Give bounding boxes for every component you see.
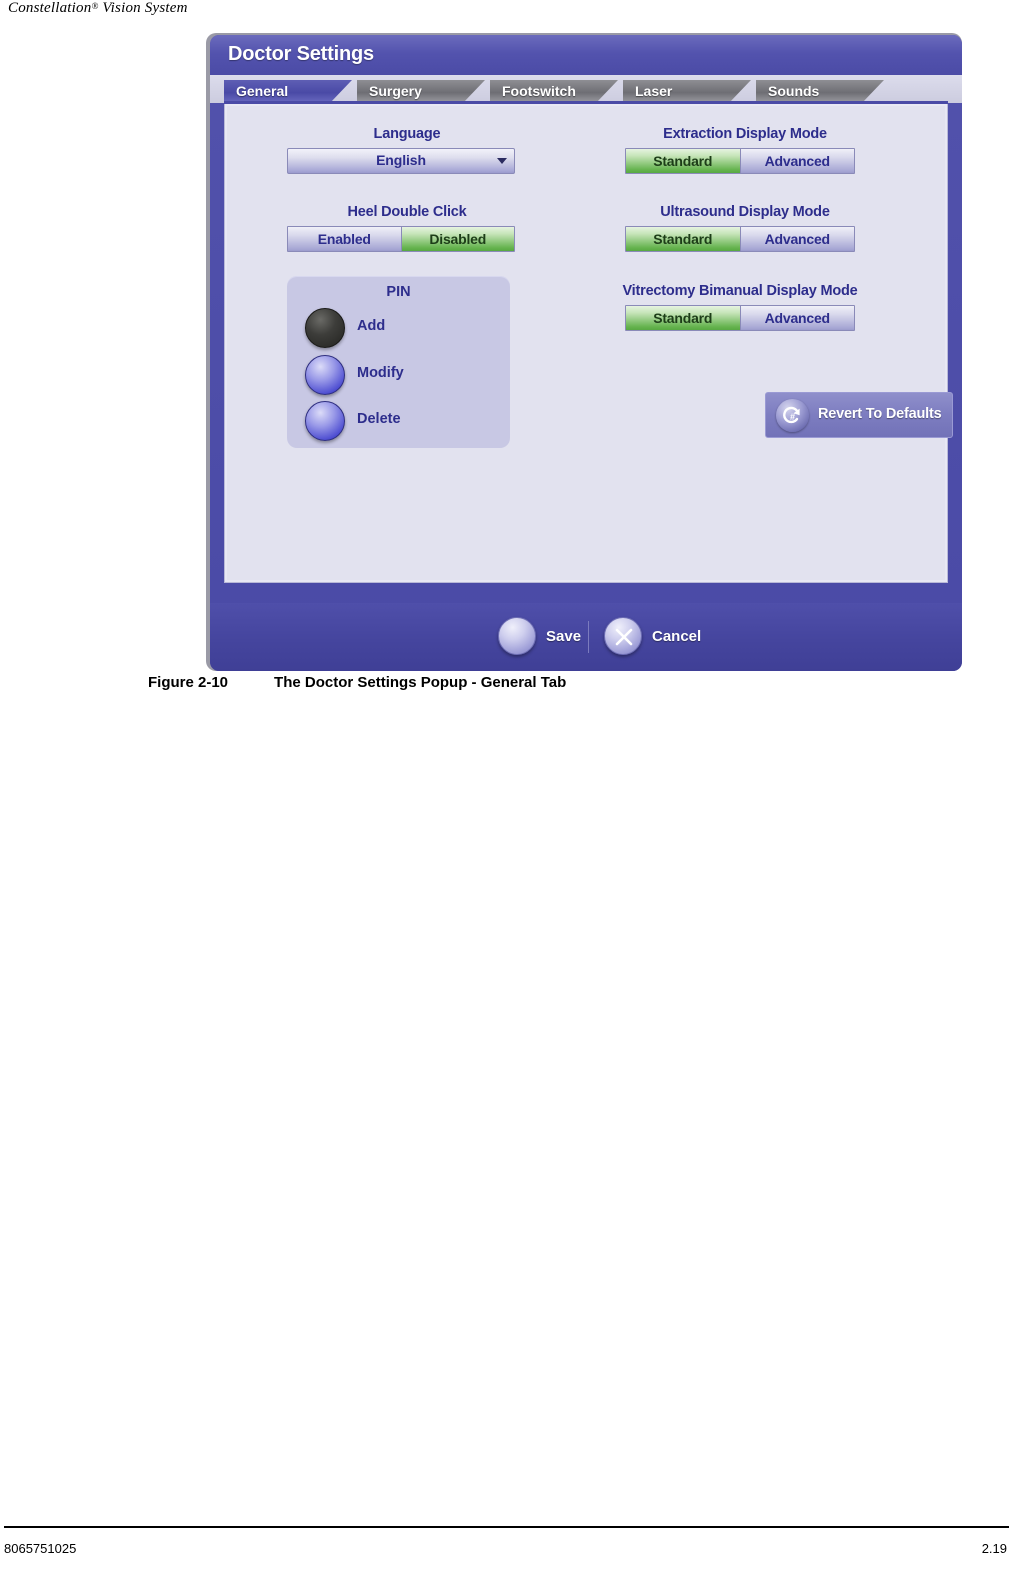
ultrasound-display-mode-label: Ultrasound Display Mode [660, 204, 830, 220]
general-tab-panel: Language English Heel Double Click Enabl… [224, 104, 953, 583]
figure-title: The Doctor Settings Popup - General Tab [274, 674, 567, 691]
revert-to-defaults-label: Revert To Defaults [818, 406, 942, 422]
tab-sounds[interactable]: Sounds [756, 80, 884, 103]
save-circle-icon [498, 617, 536, 655]
footer-document-number: 8065751025 [4, 1541, 77, 1556]
save-label: Save [546, 628, 582, 645]
pin-modify-label: Modify [357, 365, 404, 381]
tab-surgery[interactable]: Surgery [357, 80, 485, 103]
footer-page-number: 2.19 [981, 1541, 1007, 1556]
pin-modify-button[interactable] [305, 355, 345, 395]
extraction-standard-option[interactable]: Standard [626, 149, 740, 173]
dialog-title: Doctor Settings [228, 43, 374, 65]
footer-divider-rule [4, 1526, 1009, 1528]
ultrasound-display-mode-toggle[interactable]: Standard Advanced [625, 226, 855, 252]
heel-double-click-disabled-option[interactable]: Disabled [400, 227, 514, 251]
pin-delete-button[interactable] [305, 401, 345, 441]
cancel-label: Cancel [652, 628, 702, 645]
ultrasound-advanced-option[interactable]: Advanced [739, 227, 854, 251]
language-dropdown[interactable]: English [287, 148, 515, 174]
figure-number: Figure 2-10 [148, 674, 229, 691]
language-dropdown-value: English [376, 152, 426, 168]
document-header: Constellation® Vision System [8, 0, 188, 17]
tab-footswitch[interactable]: Footswitch [490, 80, 618, 103]
header-product-suffix: Vision System [98, 0, 188, 16]
ultrasound-standard-option[interactable]: Standard [626, 227, 740, 251]
action-divider [588, 621, 589, 653]
revert-to-defaults-button[interactable]: # Revert To Defaults [765, 392, 953, 438]
svg-text:#: # [790, 412, 795, 422]
vitrectomy-advanced-option[interactable]: Advanced [739, 306, 854, 330]
pin-panel-title: PIN [386, 284, 411, 300]
vitrectomy-bimanual-display-mode-toggle[interactable]: Standard Advanced [625, 305, 855, 331]
pin-panel: PIN Add Modify Delete [287, 276, 510, 448]
doctor-settings-dialog: Doctor Settings General Surgery Footswit… [210, 35, 962, 671]
dialog-titlebar: Doctor Settings [210, 35, 962, 75]
heel-double-click-label: Heel Double Click [347, 204, 467, 220]
extraction-display-mode-label: Extraction Display Mode [663, 126, 827, 142]
chevron-down-icon [497, 158, 507, 164]
revert-arrow-icon: # [776, 399, 809, 432]
tab-laser[interactable]: Laser [623, 80, 751, 103]
pin-delete-label: Delete [357, 411, 401, 427]
extraction-display-mode-toggle[interactable]: Standard Advanced [625, 148, 855, 174]
figure-caption: Figure 2-10 The Doctor Settings Popup - G… [148, 674, 566, 691]
vitrectomy-standard-option[interactable]: Standard [626, 306, 740, 330]
language-label: Language [373, 126, 441, 142]
header-product-name: Constellation [8, 0, 92, 16]
dialog-action-bar: Save Cancel [210, 603, 962, 671]
heel-double-click-toggle[interactable]: Enabled Disabled [287, 226, 515, 252]
tab-general[interactable]: General [224, 80, 352, 103]
pin-add-label: Add [357, 318, 386, 334]
heel-double-click-enabled-option[interactable]: Enabled [288, 227, 401, 251]
close-x-icon [604, 617, 642, 655]
vitrectomy-bimanual-display-mode-label: Vitrectomy Bimanual Display Mode [622, 283, 858, 299]
pin-add-button[interactable] [305, 308, 345, 348]
extraction-advanced-option[interactable]: Advanced [739, 149, 854, 173]
